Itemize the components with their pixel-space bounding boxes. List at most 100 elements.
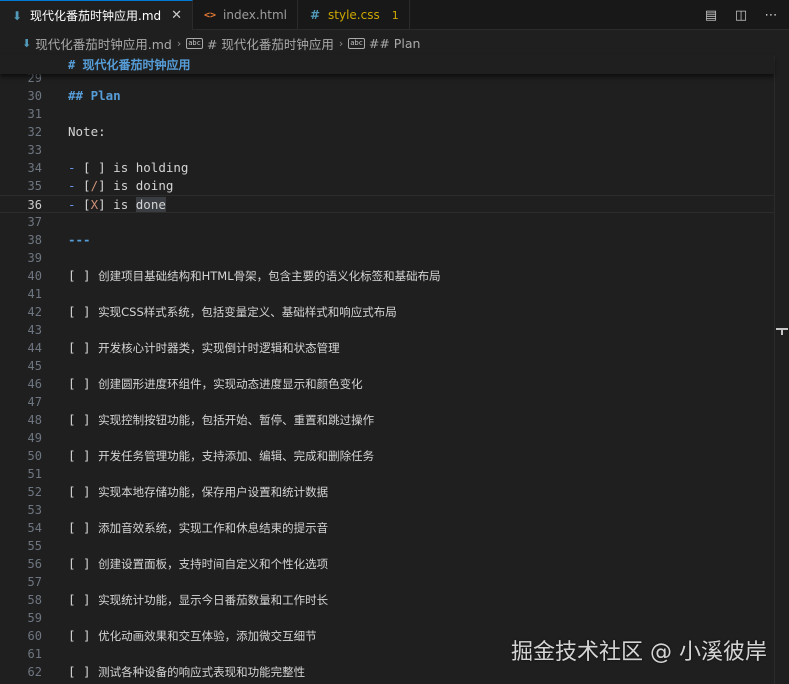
editor-line[interactable]: 32 Note: (0, 123, 774, 141)
editor-line[interactable]: 49 (0, 429, 774, 447)
checkbox-close: ] (98, 178, 106, 193)
editor-line[interactable]: 51 (0, 465, 774, 483)
line-number: 30 (27, 89, 42, 103)
watermark: 掘金技术社区 @ 小溪彼岸 (511, 640, 767, 665)
line-number: 46 (27, 377, 42, 391)
task-checkbox: [ ] (68, 628, 91, 643)
line-number: 57 (27, 575, 42, 589)
task-text: 实现统计功能，显示今日番茄数量和工作时长 (98, 593, 329, 607)
editor-tab-bar: ⬇ 现代化番茄时钟应用.md ✕ <> index.html # style.c… (0, 0, 789, 30)
checkbox-open: [ (75, 197, 91, 212)
editor-line[interactable]: 35 - [/] is doing (0, 177, 774, 195)
editor-line[interactable]: 36 - [X] is done (0, 195, 774, 213)
editor-line[interactable]: 57 (0, 573, 774, 591)
line-number: 39 (27, 251, 42, 265)
task-text: 实现CSS样式系统，包括变量定义、基础样式和响应式布局 (98, 305, 397, 319)
line-number: 61 (27, 647, 42, 661)
line-number: 47 (27, 395, 42, 409)
split-editor-icon[interactable]: ◫ (733, 8, 749, 23)
editor-line[interactable]: 43 (0, 321, 774, 339)
line-text: --- (68, 231, 91, 249)
task-checkbox: [ ] (68, 484, 91, 499)
editor-line[interactable]: 46 [ ] 创建圆形进度环组件，实现动态进度显示和颜色变化 (0, 375, 774, 393)
line-text: [ ] 创建圆形进度环组件，实现动态进度显示和颜色变化 (68, 375, 363, 393)
editor-line[interactable]: 34 - [ ] is holding (0, 159, 774, 177)
line-number: 32 (27, 125, 42, 139)
editor-line[interactable]: 45 (0, 357, 774, 375)
breadcrumb-heading-2[interactable]: abc ## Plan (348, 36, 420, 51)
editor-line[interactable]: 55 (0, 537, 774, 555)
line-text: - [X] is done (68, 196, 166, 214)
breadcrumb-file[interactable]: ⬇ 现代化番茄时钟应用.md (22, 34, 172, 53)
more-icon[interactable]: ⋯ (763, 8, 779, 23)
task-checkbox: [ ] (68, 556, 91, 571)
checkbox-open: [ ] (75, 160, 106, 175)
line-number: 37 (27, 215, 42, 229)
editor-content[interactable]: 29 30 ## Plan 31 32 Note: 33 34- [ ] is holding… (0, 58, 774, 684)
tab-label: style.css (328, 8, 380, 22)
preview-icon[interactable]: ▤ (703, 8, 719, 23)
html-icon: <> (204, 9, 217, 21)
task-checkbox: [ ] (68, 664, 91, 679)
line-number: 31 (27, 107, 42, 121)
line-number: 35 (27, 179, 42, 193)
line-number: 42 (27, 305, 42, 319)
line-number: 60 (27, 629, 42, 643)
breadcrumb-heading-1[interactable]: abc # 现代化番茄时钟应用 (186, 34, 334, 53)
editor-line[interactable]: 31 (0, 105, 774, 123)
line-text: [ ] 开发任务管理功能，支持添加、编辑、完成和删除任务 (68, 447, 374, 465)
editor-line[interactable]: 53 (0, 501, 774, 519)
css-icon: # (309, 8, 321, 22)
line-number: 48 (27, 413, 42, 427)
close-icon[interactable]: ✕ (171, 8, 182, 23)
line-number: 56 (27, 557, 42, 571)
editor-line[interactable]: 48 [ ] 实现控制按钮功能，包括开始、暂停、重置和跳过操作 (0, 411, 774, 429)
line-number: 34 (27, 161, 42, 175)
line-number: 33 (27, 143, 42, 157)
problem-count-badge: 1 (391, 8, 399, 22)
line-number: 54 (27, 521, 42, 535)
editor-line[interactable]: 54 [ ] 添加音效系统，实现工作和休息结束的提示音 (0, 519, 774, 537)
line-number: 51 (27, 467, 42, 481)
task-text: 优化动画效果和交互体验，添加微交互细节 (98, 629, 317, 643)
line-text: - [/] is doing (68, 177, 173, 195)
tab-style-css[interactable]: # style.css 1 (298, 0, 410, 30)
tab-markdown-file[interactable]: ⬇ 现代化番茄时钟应用.md ✕ (0, 0, 194, 30)
editor-line[interactable]: 33 (0, 141, 774, 159)
line-number: 58 (27, 593, 42, 607)
line-text: ## Plan (68, 87, 121, 105)
editor-line[interactable]: 50 [ ] 开发任务管理功能，支持添加、编辑、完成和删除任务 (0, 447, 774, 465)
line-number: 40 (27, 269, 42, 283)
line-text: Note: (68, 123, 106, 141)
editor-line[interactable]: 58 [ ] 实现统计功能，显示今日番茄数量和工作时长 (0, 591, 774, 609)
sticky-scroll-heading[interactable]: # 现代化番茄时钟应用 (0, 55, 774, 74)
tab-label: 现代化番茄时钟应用.md (30, 9, 162, 23)
list-text: is doing (105, 178, 174, 193)
task-text: 开发任务管理功能，支持添加、编辑、完成和删除任务 (98, 449, 375, 463)
editor-line[interactable]: 39 (0, 249, 774, 267)
editor-line[interactable]: 40 [ ] 创建项目基础结构和HTML骨架，包含主要的语义化标签和基础布局 (0, 267, 774, 285)
tab-index-html[interactable]: <> index.html (193, 0, 299, 30)
editor-line[interactable]: 52 [ ] 实现本地存储功能，保存用户设置和统计数据 (0, 483, 774, 501)
line-number: 53 (27, 503, 42, 517)
editor-line[interactable]: 30 ## Plan (0, 87, 774, 105)
task-text: 开发核心计时器类，实现倒计时逻辑和状态管理 (98, 341, 340, 355)
editor-line[interactable]: 47 (0, 393, 774, 411)
task-checkbox: [ ] (68, 304, 91, 319)
task-text: 实现控制按钮功能，包括开始、暂停、重置和跳过操作 (98, 413, 375, 427)
line-number: 41 (27, 287, 42, 301)
markdown-icon: ⬇ (11, 8, 23, 23)
editor-line[interactable]: 59 (0, 609, 774, 627)
checkbox-open: [ (75, 178, 91, 193)
editor-line[interactable]: 38 --- (0, 231, 774, 249)
vertical-scrollbar[interactable] (774, 56, 789, 684)
task-checkbox: [ ] (68, 520, 91, 535)
editor-line[interactable]: 37 (0, 213, 774, 231)
editor-line[interactable]: 44 [ ] 开发核心计时器类，实现倒计时逻辑和状态管理 (0, 339, 774, 357)
editor-line[interactable]: 56 [ ] 创建设置面板，支持时间自定义和个性化选项 (0, 555, 774, 573)
line-text: [ ] 创建项目基础结构和HTML骨架，包含主要的语义化标签和基础布局 (68, 267, 441, 285)
editor-line[interactable]: 41 (0, 285, 774, 303)
breadcrumb: ⬇ 现代化番茄时钟应用.md › abc # 现代化番茄时钟应用 › abc #… (0, 30, 789, 56)
task-checkbox: [ ] (68, 340, 91, 355)
editor-line[interactable]: 42 [ ] 实现CSS样式系统，包括变量定义、基础样式和响应式布局 (0, 303, 774, 321)
